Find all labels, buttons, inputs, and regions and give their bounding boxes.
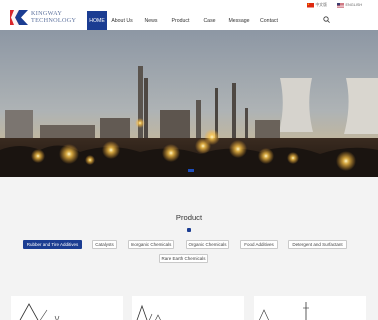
brand-line-1: KINGWAY xyxy=(31,10,63,17)
search-icon[interactable] xyxy=(323,16,330,23)
nav-news[interactable]: News xyxy=(137,11,165,30)
nav-home[interactable]: HOME xyxy=(87,11,107,30)
china-flag-icon xyxy=(307,3,314,8)
main-nav: HOME About Us News Product Case Message … xyxy=(87,11,283,30)
nav-message[interactable]: Message xyxy=(223,11,255,30)
category-tab-organic[interactable]: Organic Chemicals xyxy=(186,240,229,249)
chemical-structure-image xyxy=(19,303,60,320)
category-tab-detergent[interactable]: Detergent and Surfactant xyxy=(288,240,347,249)
brand-logo[interactable]: KINGWAY TECHNOLOGY xyxy=(10,9,76,25)
product-card[interactable] xyxy=(254,296,366,320)
brand-text: KINGWAY TECHNOLOGY xyxy=(31,10,76,24)
product-card[interactable] xyxy=(11,296,123,320)
lang-english-label: ENGLISH xyxy=(345,3,363,8)
lang-chinese[interactable]: 中文版 xyxy=(307,3,327,8)
brand-line-2: TECHNOLOGY xyxy=(31,17,77,24)
section-title-accent xyxy=(187,228,191,232)
category-tab-rubber-tire[interactable]: Rubber and Tire Additives xyxy=(23,240,82,249)
us-flag-icon xyxy=(337,3,344,8)
chemical-structure-image xyxy=(259,302,309,320)
site-header: KINGWAY TECHNOLOGY HOME About Us News Pr… xyxy=(0,0,378,30)
nav-about[interactable]: About Us xyxy=(107,11,137,30)
lang-english[interactable]: ENGLISH xyxy=(337,3,362,8)
category-tab-catalysts[interactable]: Catalysts xyxy=(92,240,117,249)
chemical-structure-image xyxy=(136,304,161,320)
product-card[interactable] xyxy=(132,296,244,320)
kingway-logo-icon xyxy=(10,9,28,25)
lang-chinese-label: 中文版 xyxy=(315,3,327,7)
category-tab-food-additives[interactable]: Food Additives xyxy=(240,240,278,249)
category-tab-rare-earth[interactable]: Rare Earth Chemicals xyxy=(159,254,208,263)
nav-case[interactable]: Case xyxy=(196,11,223,30)
product-section-title: Product xyxy=(175,213,203,222)
hero-banner-image xyxy=(0,30,378,177)
nav-product[interactable]: Product xyxy=(165,11,196,30)
nav-contact[interactable]: Contact xyxy=(255,11,283,30)
category-tab-inorganic[interactable]: Inorganic Chemicals xyxy=(128,240,174,249)
